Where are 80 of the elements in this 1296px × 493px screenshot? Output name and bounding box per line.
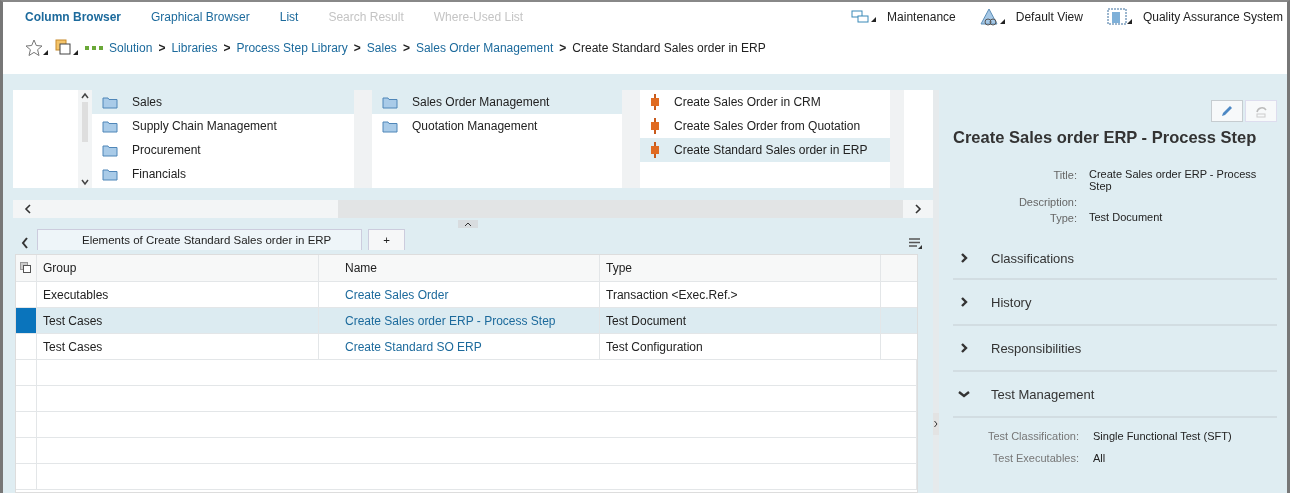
browser-item[interactable]: Supply Chain Management bbox=[92, 114, 354, 138]
browser-item[interactable]: Procurement bbox=[92, 138, 354, 162]
breadcrumb-link[interactable]: Solution bbox=[109, 41, 153, 55]
folder-icon bbox=[102, 119, 118, 133]
tab[interactable]: + bbox=[368, 229, 405, 250]
expand-handle-icon[interactable] bbox=[933, 413, 939, 435]
menu-icon[interactable] bbox=[909, 238, 923, 250]
browser-item[interactable]: Financials bbox=[92, 162, 354, 186]
chevron-down-icon bbox=[957, 389, 971, 400]
copy-icon[interactable] bbox=[55, 39, 79, 57]
folder-icon bbox=[382, 119, 398, 133]
process-step-icon bbox=[650, 94, 660, 110]
field-label: Type: bbox=[1049, 212, 1077, 225]
field-label: Description: bbox=[1017, 196, 1077, 209]
browser-item[interactable]: Create Standard Sales order in ERP bbox=[640, 138, 890, 162]
table-cell: Test Cases bbox=[37, 334, 319, 359]
monitor-icon bbox=[851, 10, 878, 24]
field-label: Test Classification: bbox=[986, 430, 1079, 443]
process-step-icon bbox=[650, 142, 660, 158]
folder-icon bbox=[102, 95, 118, 109]
field-value: Create Sales order ERP - Process Step bbox=[1089, 169, 1258, 193]
collapse-handle-icon[interactable] bbox=[458, 220, 478, 228]
nav-tab[interactable]: Column Browser bbox=[25, 10, 121, 24]
tab[interactable]: Elements of Create Standard Sales order in ERP bbox=[37, 229, 363, 250]
browser-item[interactable]: Sales Order Management bbox=[372, 90, 622, 114]
element-link[interactable]: Create Standard SO ERP bbox=[345, 339, 482, 354]
details-title: Create Sales order ERP - Process Step bbox=[953, 128, 1258, 147]
vertical-scrollbar[interactable] bbox=[78, 90, 92, 188]
folder-icon bbox=[102, 167, 118, 181]
section-header[interactable]: History bbox=[953, 280, 1277, 327]
section-header[interactable]: Test Management bbox=[953, 372, 1277, 419]
header-action[interactable]: Quality Assurance System bbox=[1106, 8, 1283, 26]
field-value: Test Document bbox=[1089, 212, 1164, 224]
table-cell: Test Configuration bbox=[600, 334, 881, 359]
column-header[interactable]: Name bbox=[319, 255, 600, 281]
system-icon bbox=[1106, 8, 1133, 26]
breadcrumb-link[interactable]: Process Step Library bbox=[236, 41, 348, 55]
browser-item[interactable]: Create Sales Order from Quotation bbox=[640, 114, 890, 138]
edit-button[interactable] bbox=[1211, 100, 1243, 122]
breadcrumb-separator: > bbox=[353, 41, 361, 55]
column-header[interactable]: Type bbox=[600, 255, 881, 281]
process-step-icon bbox=[650, 118, 660, 134]
browser-item[interactable]: Sales bbox=[92, 90, 354, 114]
pencil-icon bbox=[1220, 104, 1234, 118]
section-header[interactable]: Classifications bbox=[953, 238, 1277, 281]
breadcrumb-separator: > bbox=[559, 41, 567, 55]
table-cell: Transaction <Exec.Ref.> bbox=[600, 282, 881, 307]
table-cell: Test Document bbox=[600, 308, 881, 333]
select-all-icon[interactable] bbox=[20, 262, 32, 274]
table-cell: Executables bbox=[37, 282, 319, 307]
folder-icon bbox=[102, 143, 118, 157]
header-action[interactable]: Maintenance bbox=[851, 8, 956, 26]
column-header[interactable]: Group bbox=[37, 255, 319, 281]
breadcrumb-link[interactable]: Sales Order Management bbox=[415, 41, 554, 55]
element-link[interactable]: Create Sales order ERP - Process Step bbox=[345, 313, 556, 328]
breadcrumb-current: Create Standard Sales order in ERP bbox=[572, 41, 766, 55]
nav-tab[interactable]: Graphical Browser bbox=[151, 10, 250, 24]
star-icon[interactable] bbox=[25, 39, 49, 57]
view-icon bbox=[979, 8, 1006, 26]
tab-scroll-left-icon[interactable] bbox=[19, 236, 31, 250]
table-cell: Test Cases bbox=[37, 308, 319, 333]
browser-item[interactable]: Create Sales Order in CRM bbox=[640, 90, 890, 114]
nav-tab[interactable]: List bbox=[279, 10, 299, 24]
breadcrumb-separator: > bbox=[402, 41, 410, 55]
header-action[interactable]: Default View bbox=[979, 8, 1083, 26]
element-link[interactable]: Create Sales Order bbox=[345, 287, 449, 302]
folder-icon bbox=[382, 95, 398, 109]
field-value: Single Functional Test (SFT) bbox=[1093, 430, 1233, 443]
section-header[interactable]: Responsibilities bbox=[953, 326, 1277, 373]
breadcrumb-separator: > bbox=[223, 41, 231, 55]
horizontal-scrollbar[interactable] bbox=[13, 200, 933, 218]
breadcrumb-link[interactable]: Sales bbox=[366, 41, 397, 55]
breadcrumb-link[interactable]: Libraries bbox=[171, 41, 218, 55]
hierarchy-icon bbox=[85, 44, 103, 52]
breadcrumb-separator: > bbox=[158, 41, 166, 55]
field-label: Test Executables: bbox=[991, 452, 1079, 465]
field-label: Title: bbox=[1052, 169, 1077, 183]
field-value: All bbox=[1093, 452, 1107, 465]
undo-icon bbox=[1254, 104, 1268, 118]
browser-item[interactable]: Quotation Management bbox=[372, 114, 622, 138]
